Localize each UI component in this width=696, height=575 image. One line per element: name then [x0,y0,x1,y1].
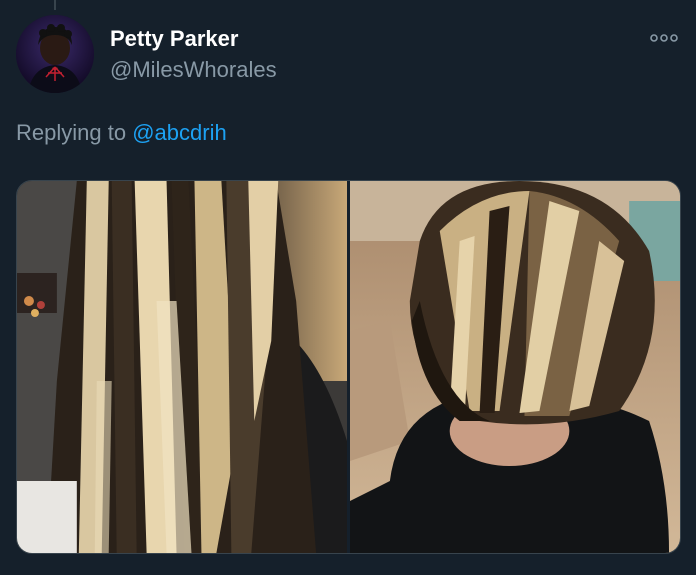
reply-mention-link[interactable]: @abcdrih [132,120,227,145]
more-dots-icon [650,34,678,42]
avatar[interactable] [16,15,94,93]
hair-photo-long-highlights-icon [17,181,347,553]
author-display-name[interactable]: Petty Parker [110,26,238,52]
author-handle[interactable]: @MilesWhorales [110,57,277,83]
hair-photo-bob-highlights-icon [350,181,680,553]
media-grid [16,180,681,554]
more-options-button[interactable] [646,26,682,50]
spider-man-avatar-icon [16,15,94,93]
media-photo-right[interactable] [350,181,680,553]
thread-connector-line [54,0,56,10]
replying-to-line: Replying to @abcdrih [16,120,227,146]
media-photo-left[interactable] [17,181,347,553]
replying-to-label: Replying to [16,120,127,145]
